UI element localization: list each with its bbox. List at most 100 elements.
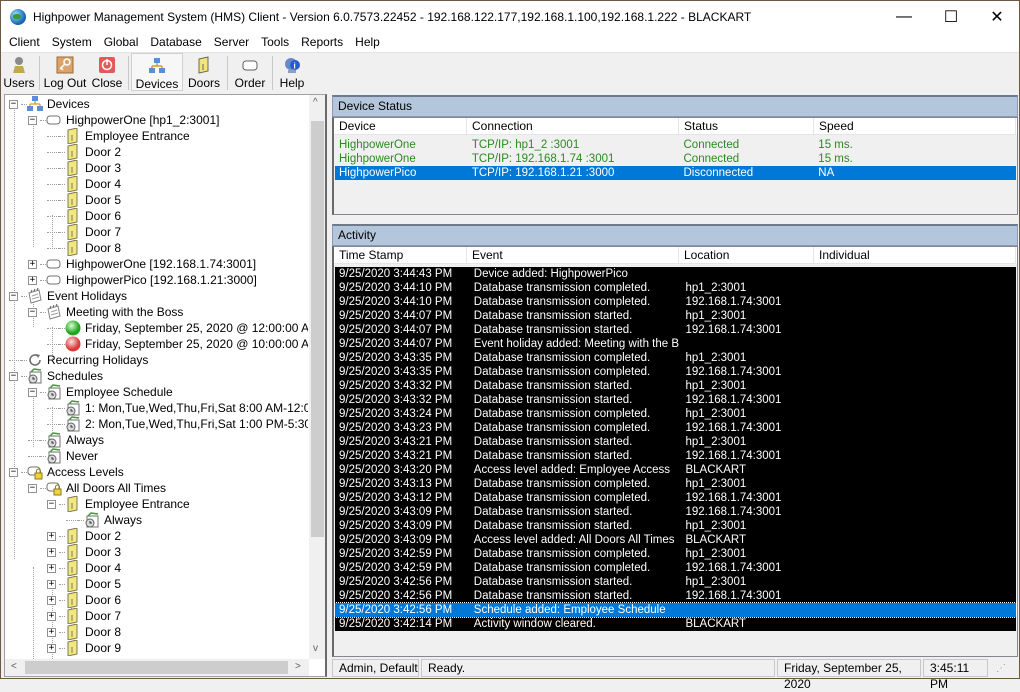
expand-toggle-icon[interactable]: + [47,547,56,557]
scroll-down-arrow-icon[interactable]: v [313,643,318,654]
title-bar[interactable]: Highpower Management System (HMS) Client… [1,1,1019,32]
expand-toggle-icon[interactable]: + [47,643,56,653]
collapse-toggle-icon[interactable]: − [9,291,18,301]
tree-node[interactable]: Door 6 [47,207,121,225]
menu-global[interactable]: Global [100,32,143,52]
collapse-toggle-icon[interactable]: − [47,499,56,509]
navigation-tree[interactable]: − Devices − HighpowerOne [hp1_2:3001] Employ… [5,95,308,659]
scroll-left-arrow-icon[interactable]: < [11,661,17,672]
expand-toggle-icon[interactable]: + [47,595,56,605]
column-status[interactable]: Status [679,118,814,135]
expand-toggle-icon[interactable]: + [47,579,56,589]
tree-node[interactable]: + Door 4 [47,559,121,577]
expand-toggle-icon[interactable]: + [47,611,56,621]
activity-row[interactable]: 9/25/2020 3:44:07 PM Event holiday added:… [335,337,1016,351]
collapse-toggle-icon[interactable]: − [28,307,37,317]
order-button[interactable]: Order [230,53,270,91]
activity-row[interactable]: 9/25/2020 3:42:14 PM Activity window clea… [335,617,1016,631]
tree-node[interactable]: + HighpowerPico [192.168.1.21:3000] [28,272,257,288]
tree-node[interactable]: − HighpowerOne [hp1_2:3001] [28,112,219,128]
collapse-toggle-icon[interactable]: − [9,99,18,109]
tree-node[interactable]: − All Doors All Times [28,480,166,496]
column-device[interactable]: Device [334,118,467,135]
device-status-row[interactable]: HighpowerPico TCP/IP: 192.168.1.21 :3000 D… [335,166,1016,180]
column-time-stamp[interactable]: Time Stamp [334,247,467,264]
tree-node[interactable]: Door 3 [47,159,121,177]
maximize-button[interactable]: ☐ [928,1,974,32]
tree-vertical-scrollbar[interactable]: ^ v [309,95,325,659]
activity-row[interactable]: 9/25/2020 3:43:20 PM Access level added: … [335,463,1016,477]
activity-row[interactable]: 9/25/2020 3:42:56 PM Schedule added: Empl… [334,602,1017,618]
menu-system[interactable]: System [48,32,96,52]
menu-database[interactable]: Database [146,32,205,52]
tree-node[interactable]: Employee Entrance [47,127,190,145]
column-individual[interactable]: Individual [814,247,1016,264]
tree-node[interactable]: Door 4 [47,175,121,193]
activity-row[interactable]: 9/25/2020 3:44:07 PM Database transmissio… [335,309,1016,323]
activity-list[interactable]: Time Stamp Event Location Individual 9/2… [332,246,1018,657]
activity-row[interactable]: 9/25/2020 3:43:21 PM Database transmissio… [335,435,1016,449]
menu-reports[interactable]: Reports [297,32,347,52]
minimize-button[interactable]: — [881,1,927,32]
tree-node[interactable]: − Meeting with the Boss [28,303,183,320]
tree-node[interactable]: − Employee Schedule [28,384,173,400]
expand-toggle-icon[interactable]: + [28,259,37,269]
tree-node[interactable]: Door 7 [47,223,121,241]
activity-row[interactable]: 9/25/2020 3:43:35 PM Database transmissio… [335,351,1016,365]
tree-node[interactable]: Always [66,512,142,528]
activity-row[interactable]: 9/25/2020 3:43:09 PM Access level added: … [335,533,1016,547]
tree-node[interactable]: + Door 8 [47,623,121,641]
activity-row[interactable]: 9/25/2020 3:43:35 PM Database transmissio… [335,365,1016,379]
tree-node[interactable]: − Schedules [9,368,103,384]
menu-tools[interactable]: Tools [257,32,293,52]
scroll-right-arrow-icon[interactable]: > [295,661,301,672]
tree-node[interactable]: 2: Mon,Tue,Wed,Thu,Fri,Sat 1:00 PM-5:30 … [47,416,308,432]
users-button[interactable]: Users [1,53,37,91]
doors-button[interactable]: Doors [183,53,225,91]
tree-node[interactable]: − Access Levels [9,464,124,480]
tree-horizontal-scrollbar[interactable]: < > [5,659,309,676]
activity-row[interactable]: 9/25/2020 3:43:13 PM Database transmissio… [335,477,1016,491]
activity-row[interactable]: 9/25/2020 3:44:43 PM Device added: Highpo… [335,267,1016,281]
collapse-toggle-icon[interactable]: − [9,467,18,477]
close-button[interactable]: Close [88,53,126,91]
activity-row[interactable]: 9/25/2020 3:44:07 PM Database transmissio… [335,323,1016,337]
activity-row[interactable]: 9/25/2020 3:42:59 PM Database transmissio… [335,547,1016,561]
tree-node[interactable]: + Door 5 [47,575,121,593]
scroll-up-arrow-icon[interactable]: ^ [313,97,318,108]
tree-node[interactable]: Always [28,432,104,448]
column-connection[interactable]: Connection [467,118,679,135]
activity-row[interactable]: 9/25/2020 3:43:12 PM Database transmissio… [335,491,1016,505]
column-location[interactable]: Location [679,247,814,264]
tree-node[interactable]: Door 5 [47,191,121,209]
log-out-button[interactable]: Log Out [42,53,88,91]
devices-button[interactable]: Devices [131,53,183,91]
menu-server[interactable]: Server [210,32,253,52]
tree-node[interactable]: Door 8 [47,239,121,257]
expand-toggle-icon[interactable]: + [47,531,56,541]
menu-help[interactable]: Help [351,32,384,52]
tree-node[interactable]: 1: Mon,Tue,Wed,Thu,Fri,Sat 8:00 AM-12:00… [47,400,308,416]
menu-client[interactable]: Client [5,32,44,52]
tree-node[interactable]: + Door 3 [47,543,121,561]
activity-row[interactable]: 9/25/2020 3:43:23 PM Database transmissio… [335,421,1016,435]
expand-toggle-icon[interactable]: + [47,627,56,637]
column-event[interactable]: Event [467,247,679,264]
tree-horizontal-scroll-thumb[interactable] [25,661,288,674]
tree-node[interactable]: + HighpowerOne [192.168.1.74:3001] [28,256,256,272]
device-status-row[interactable]: HighpowerOne TCP/IP: hp1_2 :3001 Connected… [335,138,1016,152]
collapse-toggle-icon[interactable]: − [9,371,18,381]
tree-node[interactable]: Friday, September 25, 2020 @ 12:00:00 AM [47,320,308,336]
expand-toggle-icon[interactable]: + [47,563,56,573]
device-status-list[interactable]: Device Connection Status Speed Highpower… [332,117,1018,215]
tree-node[interactable]: + Door 9 [47,639,121,657]
column-speed[interactable]: Speed [814,118,1016,135]
expand-toggle-icon[interactable]: + [28,275,37,285]
activity-row[interactable]: 9/25/2020 3:42:59 PM Database transmissio… [335,561,1016,575]
collapse-toggle-icon[interactable]: − [28,387,37,397]
tree-node[interactable]: Friday, September 25, 2020 @ 10:00:00 AM [47,336,308,352]
activity-row[interactable]: 9/25/2020 3:43:32 PM Database transmissio… [335,379,1016,393]
activity-row[interactable]: 9/25/2020 3:44:10 PM Database transmissio… [335,295,1016,309]
collapse-toggle-icon[interactable]: − [28,483,37,493]
device-status-row[interactable]: HighpowerOne TCP/IP: 192.168.1.74 :3001 Co… [335,152,1016,166]
